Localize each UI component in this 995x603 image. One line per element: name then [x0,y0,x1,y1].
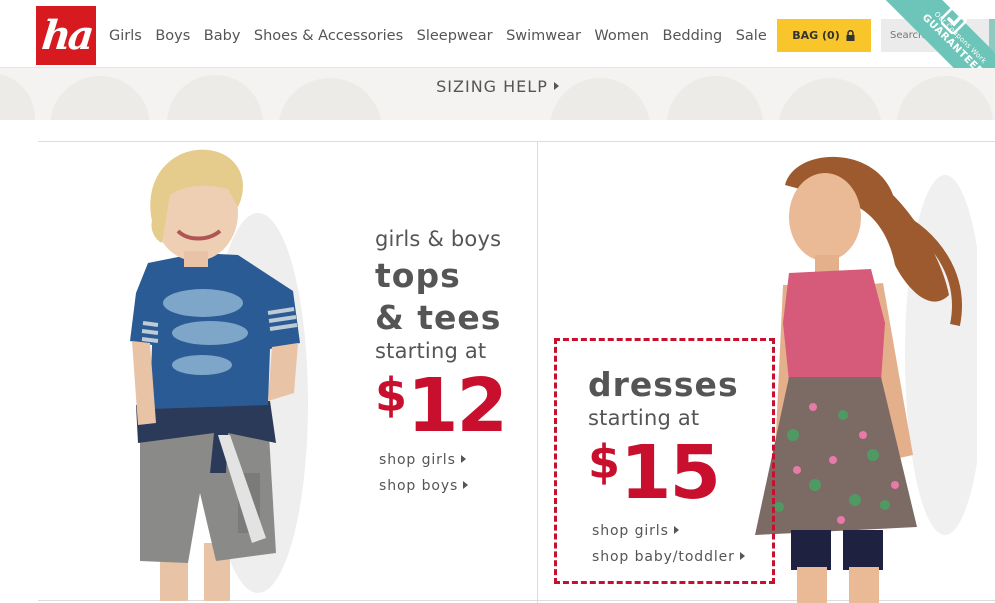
search-button[interactable] [989,19,995,52]
promo-dresses: dresses starting at $15 [588,364,739,510]
bag-button[interactable]: BAG (0) [777,19,871,52]
sizing-help-label: SIZING HELP [436,77,548,96]
search-field[interactable] [881,19,995,52]
promo-dresses-line2: starting at [588,406,700,430]
promo-dresses-links: shop girls shop baby/toddler [592,518,745,570]
promo-dresses-price: $15 [588,436,739,510]
lock-icon [846,30,856,41]
nav-girls[interactable]: Girls [109,27,142,45]
main-nav: Girls Boys Baby Shoes & Accessories Slee… [109,27,780,45]
shop-girls-dresses-label: shop girls [592,523,669,539]
caret-right-icon [463,481,469,489]
caret-right-icon [460,455,466,463]
girl-photo[interactable] [745,155,977,603]
shop-girls-tops-link[interactable]: shop girls [379,447,468,473]
hero-divider [537,141,538,603]
shop-girls-tops-label: shop girls [379,452,456,468]
brand-logo[interactable]: ha [36,6,96,65]
nav-boys[interactable]: Boys [155,27,190,45]
promo-tops-line3: & tees [375,298,502,337]
caret-right-icon [553,82,559,90]
nav-baby[interactable]: Baby [204,27,241,45]
promo-tops-tees: girls & boys tops & tees starting at $12 [375,227,508,443]
boy-photo[interactable] [118,143,318,601]
sizing-help-link[interactable]: SIZING HELP [0,77,995,96]
nav-sale[interactable]: Sale [736,27,767,45]
nav-bedding[interactable]: Bedding [663,27,723,45]
promo-tops-line4: starting at [375,339,487,363]
promo-tops-line1: girls & boys [375,227,502,251]
shop-boys-tops-label: shop boys [379,478,459,494]
nav-swimwear[interactable]: Swimwear [506,27,581,45]
promo-tops-currency: $ [375,368,408,422]
promo-tops-line2: tops [375,256,461,295]
nav-women[interactable]: Women [594,27,649,45]
promo-dresses-amount: 15 [620,430,721,516]
caret-right-icon [673,526,679,534]
shop-boys-tops-link[interactable]: shop boys [379,473,469,499]
nav-shoes-accessories[interactable]: Shoes & Accessories [254,27,403,45]
promo-dresses-line1: dresses [588,365,739,404]
shop-girls-dresses-link[interactable]: shop girls [592,518,745,544]
promo-dresses-currency: $ [588,435,621,489]
logo-text: ha [39,11,94,59]
nav-sleepwear[interactable]: Sleepwear [417,27,493,45]
bag-label: BAG (0) [792,29,840,42]
shop-baby-toddler-link[interactable]: shop baby/toddler [592,544,745,570]
promo-tops-price: $12 [375,368,508,443]
caret-right-icon [739,552,745,560]
site-header: ha Girls Boys Baby Shoes & Accessories S… [0,0,995,68]
search-input[interactable] [881,19,995,52]
promo-tops-amount: 12 [407,363,508,449]
shop-baby-toddler-label: shop baby/toddler [592,549,735,565]
promo-tops-links: shop girls shop boys [379,447,469,499]
